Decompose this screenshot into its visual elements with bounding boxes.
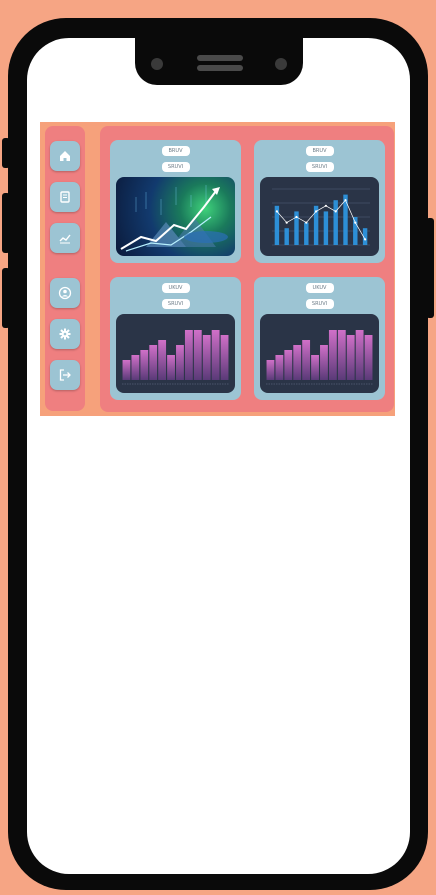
- card-sublabel: SRUVI: [161, 162, 190, 172]
- line-point: [275, 210, 278, 213]
- phone-screen: BRUV SRUVI BRUV SRUVI UKUV SRUVI UKUV SR…: [27, 38, 410, 874]
- card-sublabel: SRUVI: [305, 299, 334, 309]
- nav-logout-button[interactable]: [50, 360, 80, 390]
- chart-bar: [364, 335, 373, 380]
- chart-bar: [167, 355, 175, 380]
- card-label: UKUV: [161, 283, 190, 293]
- line-point: [334, 210, 337, 213]
- line-point: [305, 221, 308, 224]
- mute-switch: [2, 138, 10, 168]
- chart-bar: [353, 217, 358, 245]
- chart-bar: [140, 350, 149, 380]
- nav-profile-button[interactable]: [50, 278, 80, 308]
- chart-bar: [284, 228, 289, 245]
- gear-icon: [59, 328, 71, 340]
- volume-down-button: [2, 268, 10, 328]
- line-point: [344, 199, 347, 202]
- dashboard-grid: BRUV SRUVI BRUV SRUVI UKUV SRUVI UKUV SR…: [100, 126, 394, 412]
- document-icon: [60, 191, 70, 203]
- chart-bar: [184, 330, 193, 380]
- series-line: [276, 199, 366, 240]
- chart-bar: [337, 330, 346, 380]
- line-point: [364, 238, 367, 241]
- chart-bar: [275, 355, 284, 380]
- line-point: [285, 221, 288, 224]
- card-sublabel: SRUVI: [305, 162, 334, 172]
- chart-bar: [131, 355, 140, 380]
- chart-bar: [328, 330, 337, 380]
- sensor-dot: [275, 58, 287, 70]
- chart-bar: [304, 222, 309, 245]
- phone-frame: BRUV SRUVI BRUV SRUVI UKUV SRUVI UKUV SR…: [2, 18, 434, 890]
- chart-bar: [320, 345, 328, 380]
- trading-graph-image: [116, 177, 235, 256]
- volume-up-button: [2, 193, 10, 253]
- line-point: [295, 215, 298, 219]
- card-purple-chart-1[interactable]: UKUV SRUVI: [110, 277, 241, 400]
- chart-bar: [158, 340, 167, 380]
- chart-bar: [284, 350, 293, 380]
- card-label: UKUV: [305, 283, 334, 293]
- chart-bar: [122, 360, 131, 380]
- chart-bar: [266, 360, 275, 380]
- front-camera: [151, 58, 163, 70]
- bar-line-chart: [260, 177, 379, 256]
- card-sublabel: SRUVI: [161, 299, 190, 309]
- chart-bar: [193, 330, 202, 380]
- card-label: BRUV: [305, 146, 334, 156]
- chart-bar: [302, 340, 311, 380]
- chart-bar: [323, 211, 329, 245]
- line-point: [354, 221, 357, 224]
- home-icon: [60, 151, 70, 161]
- notch: [135, 38, 303, 85]
- chart-bar: [211, 330, 220, 380]
- purple-bar-chart: [116, 314, 235, 393]
- trend-chart-icon: [59, 234, 71, 244]
- nav-analytics-button[interactable]: [50, 223, 80, 253]
- user-icon: [58, 286, 72, 300]
- dashboard-app: BRUV SRUVI BRUV SRUVI UKUV SRUVI UKUV SR…: [40, 122, 395, 416]
- nav-documents-button[interactable]: [50, 182, 80, 212]
- chart-bar: [176, 345, 184, 380]
- chart-bar: [293, 345, 302, 380]
- sidebar: [45, 126, 85, 411]
- logout-icon: [59, 369, 71, 381]
- chart-bar: [355, 330, 364, 380]
- card-purple-chart-2[interactable]: UKUV SRUVI: [254, 277, 385, 400]
- chart-bar: [220, 335, 229, 380]
- nav-settings-button[interactable]: [50, 319, 80, 349]
- nav-home-button[interactable]: [50, 141, 80, 171]
- chart-bar: [149, 345, 158, 380]
- speaker-grille: [197, 55, 243, 61]
- speaker-grille-lower: [197, 65, 243, 71]
- line-point: [315, 210, 318, 213]
- card-label: BRUV: [161, 146, 190, 156]
- purple-bar-chart: [260, 314, 379, 393]
- chart-bar: [311, 355, 319, 380]
- line-point: [324, 204, 327, 207]
- chart-bar: [346, 335, 355, 380]
- card-trading-graph[interactable]: BRUV SRUVI: [110, 140, 241, 263]
- card-bar-line-chart[interactable]: BRUV SRUVI: [254, 140, 385, 263]
- power-button: [426, 218, 434, 318]
- chart-bar: [333, 200, 338, 245]
- chart-bar: [202, 335, 211, 380]
